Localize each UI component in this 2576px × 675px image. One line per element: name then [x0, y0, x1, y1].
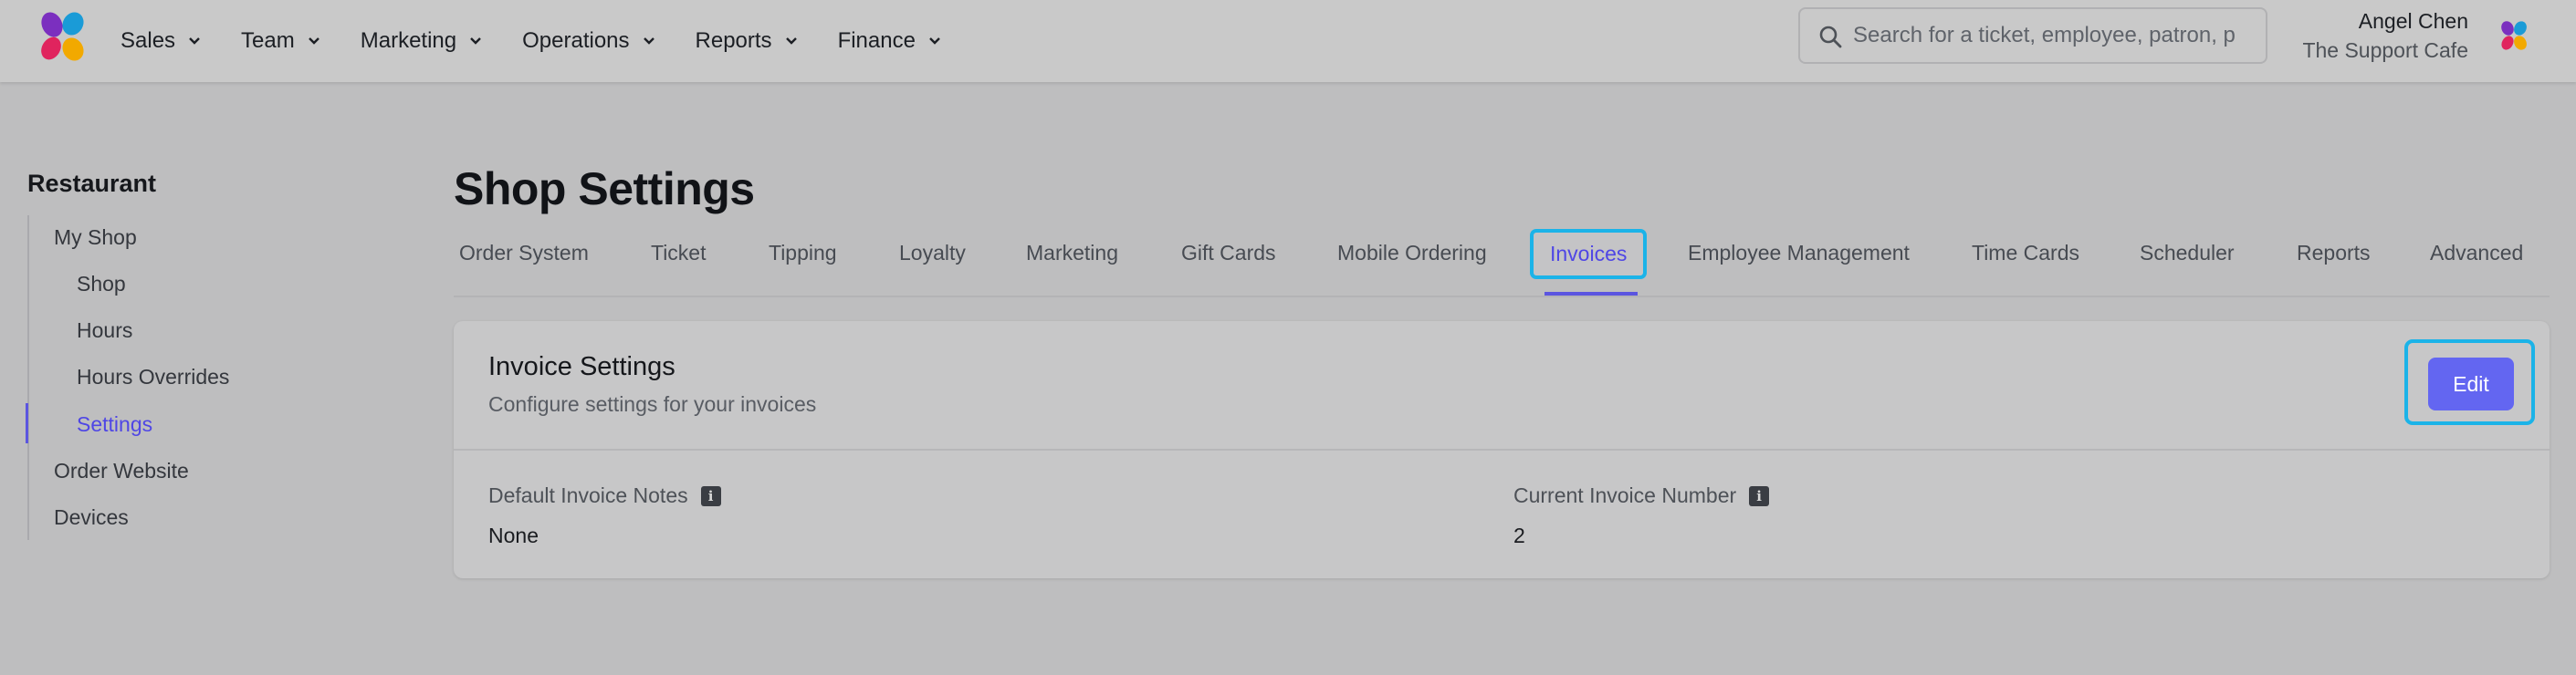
current-invoice-number-value: 2 — [1513, 524, 1525, 547]
chevron-down-icon — [929, 37, 940, 45]
tab-reports[interactable]: Reports — [2297, 241, 2371, 265]
current-invoice-number-label: Current Invoice Number i — [1513, 483, 1770, 508]
nav-label: Reports — [695, 28, 772, 53]
tab-employee-management[interactable]: Employee Management — [1688, 241, 1910, 265]
organization-name: The Support Cafe — [2302, 38, 2468, 62]
tab-marketing[interactable]: Marketing — [1026, 241, 1118, 265]
default-invoice-notes-label: Default Invoice Notes i — [488, 483, 721, 508]
chevron-down-icon — [470, 37, 481, 45]
sidebar-item-my-shop[interactable]: My Shop — [54, 225, 137, 250]
sidebar-item-settings[interactable]: Settings — [77, 412, 152, 437]
search-icon — [1819, 26, 1842, 48]
organization-logo-icon[interactable] — [2498, 20, 2529, 51]
card-subtitle: Configure settings for your invoices — [488, 392, 817, 416]
nav-label: Sales — [120, 28, 176, 53]
page-title: Shop Settings — [454, 163, 755, 214]
app-logo-icon[interactable] — [37, 11, 89, 62]
search-box[interactable] — [1798, 7, 2267, 64]
top-navigation-bar: Sales Team Marketing Operations Reports … — [0, 0, 2576, 82]
main-nav: Sales Team Marketing Operations Reports … — [120, 0, 981, 82]
nav-finance[interactable]: Finance — [838, 28, 941, 54]
tab-mobile-ordering[interactable]: Mobile Ordering — [1337, 241, 1487, 265]
nav-label: Marketing — [360, 28, 457, 53]
field-label-text: Default Invoice Notes — [488, 483, 688, 507]
card-title: Invoice Settings — [488, 352, 675, 381]
sidebar-item-shop[interactable]: Shop — [77, 272, 126, 296]
sidebar-item-hours-overrides[interactable]: Hours Overrides — [77, 365, 229, 389]
tab-invoices[interactable]: Invoices — [1530, 229, 1648, 279]
chevron-down-icon — [643, 37, 654, 45]
chevron-down-icon — [189, 37, 200, 45]
nav-marketing[interactable]: Marketing — [361, 28, 482, 54]
nav-sales[interactable]: Sales — [120, 28, 201, 54]
tab-gift-cards[interactable]: Gift Cards — [1181, 241, 1276, 265]
tab-ticket[interactable]: Ticket — [651, 241, 707, 265]
user-info[interactable]: Angel Chen The Support Cafe — [2302, 9, 2468, 64]
sidebar-title: Restaurant — [27, 170, 157, 197]
tab-time-cards[interactable]: Time Cards — [1972, 241, 2079, 265]
chevron-down-icon — [308, 37, 319, 45]
field-label-text: Current Invoice Number — [1513, 483, 1737, 507]
tab-advanced[interactable]: Advanced — [2430, 241, 2523, 265]
tab-scheduler[interactable]: Scheduler — [2140, 241, 2235, 265]
info-icon[interactable]: i — [700, 485, 721, 506]
user-name: Angel Chen — [2358, 9, 2468, 33]
tab-loyalty[interactable]: Loyalty — [899, 241, 966, 265]
default-invoice-notes-value: None — [488, 524, 539, 547]
nav-label: Team — [241, 28, 295, 53]
nav-label: Operations — [522, 28, 630, 53]
nav-label: Finance — [837, 28, 916, 53]
edit-button[interactable]: Edit — [2428, 358, 2514, 410]
tab-order-system[interactable]: Order System — [459, 241, 589, 265]
sidebar-item-devices[interactable]: Devices — [54, 505, 129, 530]
sidebar-active-indicator — [26, 403, 28, 443]
search-input[interactable] — [1853, 23, 2266, 48]
active-tab-underline — [1545, 292, 1638, 296]
nav-team[interactable]: Team — [241, 28, 320, 54]
nav-operations[interactable]: Operations — [522, 28, 654, 54]
settings-tabs: Order System Ticket Tipping Loyalty Mark… — [454, 226, 2550, 297]
tab-tipping[interactable]: Tipping — [769, 241, 837, 265]
nav-reports[interactable]: Reports — [696, 28, 798, 54]
sidebar-item-order-website[interactable]: Order Website — [54, 459, 189, 483]
edit-button-focus-ring: Edit — [2404, 339, 2535, 425]
sidebar-item-hours[interactable]: Hours — [77, 318, 132, 343]
info-icon[interactable]: i — [1749, 485, 1770, 506]
invoice-settings-card: Invoice Settings Configure settings for … — [454, 321, 2550, 578]
card-divider — [454, 449, 2550, 451]
chevron-down-icon — [785, 37, 797, 45]
